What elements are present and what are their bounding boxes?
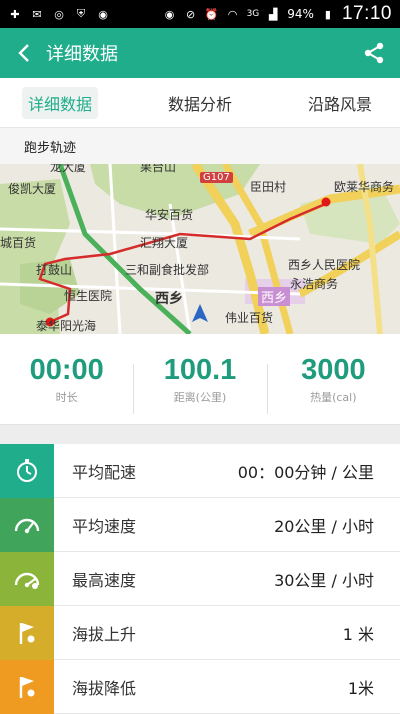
stat-duration: 00:00 时长 — [0, 354, 133, 405]
row-elevation-gain[interactable]: 海拔上升 1 米 — [0, 605, 400, 660]
stat-value: 00:00 — [29, 353, 104, 386]
share-icon — [364, 42, 384, 64]
map-label: 果台山 — [140, 164, 177, 174]
stopwatch-icon — [0, 443, 54, 498]
speedometer-max-icon — [0, 551, 54, 606]
map-label: 臣田村 — [250, 180, 287, 194]
map-label: 恒生医院 — [64, 289, 113, 303]
stat-label: 热量(cal) — [310, 390, 357, 404]
row-label: 平均速度 — [72, 516, 137, 536]
stat-value: 100.1 — [163, 353, 237, 386]
status-icons-left: ✚ ✉ ◎ ⛨ ◉ — [8, 7, 110, 21]
map-label: 西乡 — [258, 287, 291, 306]
tab-analysis[interactable]: 数据分析 — [162, 87, 238, 119]
map-label: 西乡 — [155, 291, 183, 307]
row-value: 1 米 — [342, 624, 374, 644]
row-label: 最高速度 — [72, 570, 137, 590]
share-button[interactable] — [362, 41, 386, 65]
gps-icon: ◎ — [54, 7, 64, 21]
map-label: 打鼓山 — [36, 263, 73, 277]
flag-down-icon — [0, 659, 54, 714]
map-label: 永浩商务 — [290, 277, 339, 291]
status-icons-right: ◉ ⊘ ⏰ ◠ 3G ▟ 94% ▮ 17:10 — [163, 3, 392, 25]
route-section-title: 跑步轨迹 — [0, 128, 400, 164]
divider — [0, 425, 400, 444]
row-value: 00：00分钟 / 公里 — [237, 462, 374, 482]
map-label: 俊凯大厦 — [8, 182, 57, 196]
stats-panel: 00:00 时长 100.1 距离(公里) 3000 热量(cal) — [0, 334, 400, 425]
wifi-icon: ◠ — [227, 7, 238, 21]
stat-distance: 100.1 距离(公里) — [133, 353, 266, 414]
route-map[interactable]: 龙大厦 果台山 俊凯大厦 华安百货 臣田村 欧莱华商务 汇翔大厦 西乡人民医院 … — [0, 164, 400, 334]
row-avg-pace[interactable]: 平均配速 00：00分钟 / 公里 — [0, 443, 400, 498]
flag-up-icon — [0, 605, 54, 660]
map-label: 华安百货 — [145, 208, 194, 222]
row-label: 海拔上升 — [72, 624, 137, 644]
metrics-list: 平均配速 00：00分钟 / 公里 平均速度 20公里 / 小时 最高速度 30… — [0, 443, 400, 714]
weibo-icon: ◉ — [98, 7, 108, 21]
eye-icon: ◉ — [164, 7, 175, 21]
cell-signal-icon: ▟ — [269, 7, 278, 21]
alarm-icon: ⏰ — [204, 7, 219, 21]
row-value: 20公里 / 小时 — [274, 516, 374, 536]
map-label: 泰华阳光海 — [36, 319, 97, 333]
stat-label: 时长 — [55, 390, 78, 404]
tab-details[interactable]: 详细数据 — [22, 86, 99, 119]
road-label: G107 — [200, 172, 233, 183]
back-arrow-icon — [18, 44, 29, 62]
shield-icon: ⛨ — [76, 7, 86, 20]
map-label: 汇翔大厦 — [140, 236, 189, 250]
map-label: 欧莱华商务 — [334, 180, 395, 194]
map-label: 龙大厦 — [50, 164, 87, 174]
row-elevation-loss[interactable]: 海拔降低 1米 — [0, 659, 400, 714]
map-label: 西乡人民医院 — [288, 258, 361, 272]
speedometer-icon — [0, 497, 54, 552]
status-bar: ✚ ✉ ◎ ⛨ ◉ ◉ ⊘ ⏰ ◠ 3G ▟ 94% ▮ 17:10 — [0, 0, 400, 28]
row-value: 1米 — [347, 678, 374, 698]
back-button[interactable] — [12, 41, 36, 65]
row-label: 平均配速 — [72, 462, 137, 482]
tab-bar: 详细数据 数据分析 沿路风景 — [0, 78, 400, 128]
map-label: 伟业百货 — [225, 311, 274, 325]
clock: 17:10 — [341, 3, 392, 24]
row-avg-speed[interactable]: 平均速度 20公里 / 小时 — [0, 497, 400, 552]
plus-icon: ✚ — [10, 7, 20, 21]
map-label: 城百货 — [0, 236, 37, 250]
battery-percent: 94% — [287, 7, 314, 21]
map-label: 三和副食批发部 — [125, 263, 210, 277]
signal-off-icon: ⊘ — [185, 7, 196, 21]
stat-label: 距离(公里) — [173, 390, 227, 404]
battery-icon: ▮ — [324, 7, 331, 21]
stat-calories: 3000 热量(cal) — [266, 353, 400, 414]
row-label: 海拔降低 — [72, 678, 137, 698]
page-title: 详细数据 — [46, 44, 118, 65]
network-type: 3G — [246, 9, 260, 19]
tab-scenery[interactable]: 沿路风景 — [302, 87, 378, 119]
row-max-speed[interactable]: 最高速度 30公里 / 小时 — [0, 551, 400, 606]
mail-icon: ✉ — [32, 7, 42, 21]
row-value: 30公里 / 小时 — [274, 570, 374, 590]
app-bar: 详细数据 — [0, 28, 400, 78]
stat-value: 3000 — [301, 353, 366, 386]
